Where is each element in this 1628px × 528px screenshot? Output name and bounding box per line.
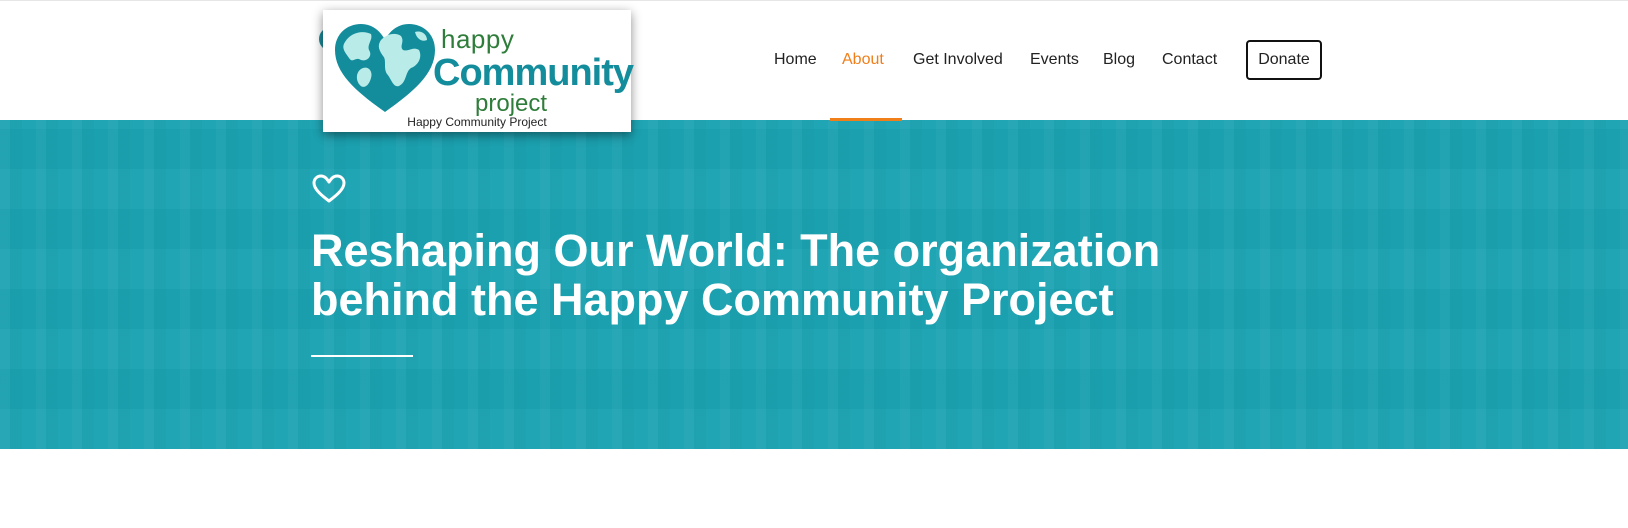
active-nav-indicator <box>830 118 902 121</box>
nav-item-about[interactable]: About <box>842 51 884 69</box>
nav-item-contact[interactable]: Contact <box>1162 51 1217 69</box>
site-header: happy Community project Happy Community … <box>0 0 1628 132</box>
title-divider <box>311 355 413 357</box>
hero-banner: Reshaping Our World: The organization be… <box>0 120 1628 449</box>
page-title: Reshaping Our World: The organization be… <box>311 225 1161 325</box>
logo-word-community: Community <box>433 52 634 94</box>
site-logo[interactable]: happy Community project Happy Community … <box>323 10 634 132</box>
logo-caption: Happy Community Project <box>407 115 547 129</box>
nav-item-home[interactable]: Home <box>774 51 817 69</box>
logo-word-happy: happy <box>441 24 515 54</box>
nav-item-blog[interactable]: Blog <box>1103 51 1135 69</box>
logo-word-project: project <box>475 90 548 117</box>
nav-item-get-involved[interactable]: Get Involved <box>913 51 1003 69</box>
nav-item-events[interactable]: Events <box>1030 51 1079 69</box>
donate-button[interactable]: Donate <box>1246 40 1322 80</box>
heart-outline-icon <box>312 174 346 203</box>
